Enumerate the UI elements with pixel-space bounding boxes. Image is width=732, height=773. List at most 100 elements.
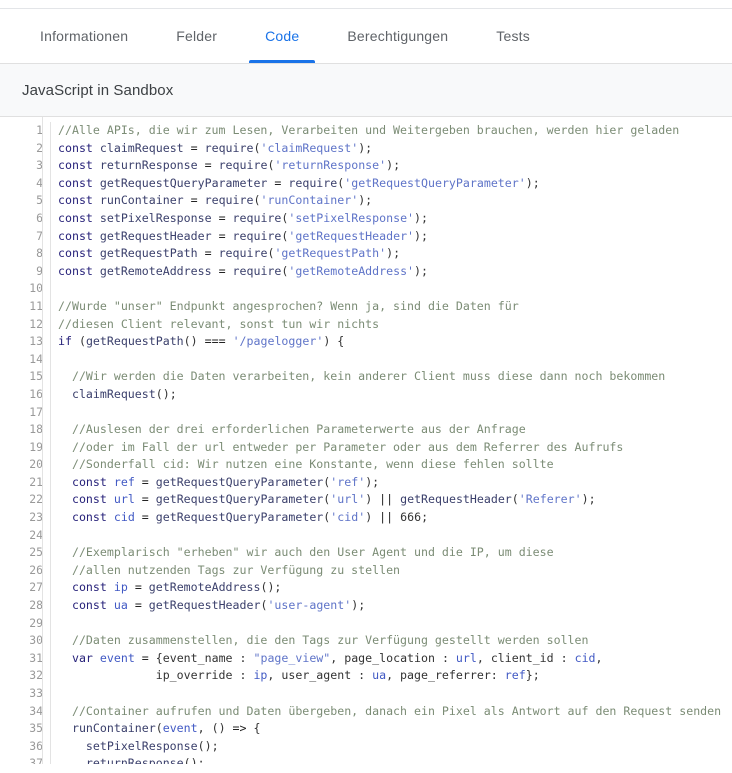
code-token-pl: ( — [512, 492, 519, 506]
code-line-content[interactable]: const runContainer = require('runContain… — [51, 192, 732, 210]
tab-code[interactable]: Code — [241, 9, 323, 63]
code-line-content[interactable]: const getRequestQueryParameter = require… — [51, 175, 732, 193]
code-token-id: returnResponse — [86, 756, 184, 764]
code-token-pl: , page_referrer: — [386, 668, 505, 682]
code-token-id: setPixelResponse — [100, 211, 212, 225]
code-token-pl: }; — [526, 668, 540, 682]
tab-tests[interactable]: Tests — [472, 9, 554, 63]
code-token-var: ref — [114, 475, 135, 489]
code-token-pl: ); — [386, 246, 400, 260]
code-line: 2const claimRequest = require('claimRequ… — [0, 140, 732, 158]
code-token-pl — [226, 264, 233, 278]
code-line-content[interactable]: const ua = getRequestHeader('user-agent'… — [51, 597, 732, 615]
code-editor[interactable]: 1//Alle APIs, die wir zum Lesen, Verarbe… — [0, 117, 732, 764]
code-line-content[interactable]: //Sonderfall cid: Wir nutzen eine Konsta… — [51, 456, 732, 474]
code-token-pl — [58, 510, 72, 524]
code-token-op: = — [219, 264, 226, 278]
code-token-com: //Exemplarisch "erheben" wir auch den Us… — [72, 545, 554, 559]
tab-berechtigungen[interactable]: Berechtigungen — [323, 9, 472, 63]
code-token-pl — [107, 475, 114, 489]
code-line-content[interactable]: const claimRequest = require('claimReque… — [51, 140, 732, 158]
code-line-content[interactable] — [51, 615, 732, 633]
code-token-pl — [58, 580, 72, 594]
code-token-id: getRequestQueryParameter — [156, 492, 324, 506]
code-line-content[interactable]: //allen nutzenden Tags zur Verfügung zu … — [51, 562, 732, 580]
code-line-content[interactable]: claimRequest(); — [51, 386, 732, 404]
code-token-pl — [212, 158, 219, 172]
code-token-str: 'getRequestHeader' — [288, 229, 414, 243]
code-line-content[interactable]: //Exemplarisch "erheben" wir auch den Us… — [51, 544, 732, 562]
code-token-kw: const — [72, 580, 107, 594]
code-token-com: //Auslesen der drei erforderlichen Param… — [72, 422, 526, 436]
code-line: 4const getRequestQueryParameter = requir… — [0, 175, 732, 193]
code-line-content[interactable] — [51, 685, 732, 703]
code-line-content[interactable]: //Daten zusammenstellen, die den Tags zu… — [51, 632, 732, 650]
code-line-content[interactable]: //diesen Client relevant, sonst tun wir … — [51, 316, 732, 334]
code-token-pl — [93, 176, 100, 190]
code-line-content[interactable]: var event = {event_name : "page_view", p… — [51, 650, 732, 668]
code-token-pl — [58, 545, 72, 559]
code-line-content[interactable]: const ip = getRemoteAddress(); — [51, 579, 732, 597]
code-line-content[interactable]: const getRemoteAddress = require('getRem… — [51, 263, 732, 281]
code-token-id: getRequestQueryParameter — [156, 510, 324, 524]
code-token-pl — [58, 492, 72, 506]
code-line-content[interactable]: //oder im Fall der url entweder per Para… — [51, 439, 732, 457]
code-line: 24 — [0, 527, 732, 545]
code-token-pl — [226, 211, 233, 225]
code-line: 22 const url = getRequestQueryParameter(… — [0, 491, 732, 509]
code-line-content[interactable]: const setPixelResponse = require('setPix… — [51, 210, 732, 228]
code-token-var: event — [163, 721, 198, 735]
code-line-content[interactable]: const ref = getRequestQueryParameter('re… — [51, 474, 732, 492]
code-line-content[interactable]: const getRequestHeader = require('getReq… — [51, 228, 732, 246]
code-line-content[interactable]: if (getRequestPath() === '/pagelogger') … — [51, 333, 732, 351]
code-token-pl — [135, 651, 142, 665]
code-token-pl: (); — [260, 580, 281, 594]
code-line-content[interactable]: setPixelResponse(); — [51, 738, 732, 756]
code-token-id: require — [233, 229, 282, 243]
code-token-str: 'claimRequest' — [260, 141, 358, 155]
code-token-pl — [142, 580, 149, 594]
tab-informationen[interactable]: Informationen — [16, 9, 152, 63]
code-token-pl: () — [184, 334, 205, 348]
code-line-content[interactable]: //Wir werden die Daten verarbeiten, kein… — [51, 368, 732, 386]
code-line-content[interactable]: const returnResponse = require('returnRe… — [51, 157, 732, 175]
code-token-pl: ; — [421, 510, 428, 524]
code-line: 28 const ua = getRequestHeader('user-age… — [0, 597, 732, 615]
code-line-content[interactable]: //Container aufrufen und Daten übergeben… — [51, 703, 732, 721]
code-line: 19 //oder im Fall der url entweder per P… — [0, 439, 732, 457]
code-line-content[interactable] — [51, 351, 732, 369]
code-token-id: returnResponse — [100, 158, 198, 172]
code-line-content[interactable]: //Alle APIs, die wir zum Lesen, Verarbei… — [51, 122, 732, 140]
code-line-content[interactable]: //Auslesen der drei erforderlichen Param… — [51, 421, 732, 439]
code-line: 33 — [0, 685, 732, 703]
code-line-content[interactable]: const cid = getRequestQueryParameter('ci… — [51, 509, 732, 527]
code-token-pl: ( — [72, 334, 86, 348]
code-line-content[interactable] — [51, 527, 732, 545]
code-token-id: getRequestHeader — [149, 598, 261, 612]
code-token-pl — [58, 457, 72, 471]
code-line-content[interactable] — [51, 404, 732, 422]
code-token-pl: {event_name : — [149, 651, 254, 665]
code-token-pl — [58, 422, 72, 436]
code-token-pl — [107, 510, 114, 524]
code-token-pl — [93, 264, 100, 278]
code-token-pl: , user_agent : — [267, 668, 372, 682]
code-token-op: = — [205, 158, 212, 172]
code-token-pl: , () — [198, 721, 233, 735]
code-token-str: 'returnResponse' — [274, 158, 386, 172]
code-line: 1//Alle APIs, die wir zum Lesen, Verarbe… — [0, 122, 732, 140]
code-token-op: = — [142, 475, 149, 489]
code-line-content[interactable]: const url = getRequestQueryParameter('ur… — [51, 491, 732, 509]
code-line-content[interactable]: //Wurde "unser" Endpunkt angesprochen? W… — [51, 298, 732, 316]
code-token-pl — [93, 193, 100, 207]
code-line-content[interactable]: ip_override : ip, user_agent : ua, page_… — [51, 667, 732, 685]
code-token-pl: ); — [582, 492, 596, 506]
code-line-content[interactable]: const getRequestPath = require('getReque… — [51, 245, 732, 263]
code-line-content[interactable]: runContainer(event, () => { — [51, 720, 732, 738]
code-line-content[interactable]: returnResponse(); — [51, 755, 732, 764]
code-line-content[interactable] — [51, 280, 732, 298]
code-token-pl — [93, 141, 100, 155]
code-token-kw: const — [58, 211, 93, 225]
code-token-pl — [58, 704, 72, 718]
tab-felder[interactable]: Felder — [152, 9, 241, 63]
